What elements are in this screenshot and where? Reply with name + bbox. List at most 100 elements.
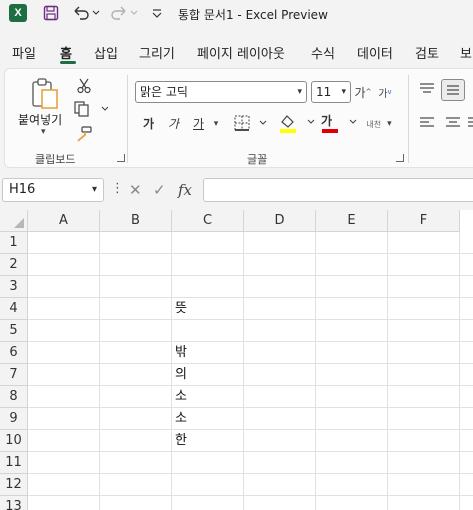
row-header-9[interactable]: 9 bbox=[0, 408, 28, 430]
cell-c10[interactable]: 한 bbox=[172, 430, 244, 452]
select-all-button[interactable] bbox=[0, 210, 28, 232]
fill-color-icon[interactable] bbox=[277, 112, 317, 134]
tab-insert[interactable]: 삽입 bbox=[94, 43, 118, 62]
worksheet-grid[interactable]: A B C D E F 1 2 3 4 5 6 7 8 9 10 11 12 13 뜻 밖 의 소 소 한 bbox=[0, 210, 473, 510]
cell-c8[interactable]: 소 bbox=[172, 386, 244, 408]
cell-c7[interactable]: 의 bbox=[172, 364, 244, 386]
chevron-down-icon[interactable]: ▾ bbox=[211, 117, 221, 131]
font-launcher-icon[interactable] bbox=[396, 154, 404, 162]
clipboard-launcher-icon[interactable] bbox=[117, 154, 125, 162]
save-icon[interactable] bbox=[40, 3, 62, 23]
font-size-combobox[interactable]: 11 ▾ bbox=[311, 81, 351, 103]
tab-page-layout[interactable]: 페이지 레이아웃 bbox=[197, 43, 285, 62]
row-header-7[interactable]: 7 bbox=[0, 364, 28, 386]
tab-file[interactable]: 파일 bbox=[12, 43, 36, 62]
gridline bbox=[28, 385, 473, 386]
tab-formulas[interactable]: 수식 bbox=[311, 43, 335, 62]
paste-dropdown-icon[interactable]: ▾ bbox=[41, 127, 46, 137]
gridline bbox=[28, 473, 473, 474]
row-header-6[interactable]: 6 bbox=[0, 342, 28, 364]
italic-button[interactable]: 가 bbox=[168, 115, 179, 132]
bold-button[interactable]: 가 bbox=[143, 115, 154, 132]
row-header-10[interactable]: 10 bbox=[0, 430, 28, 452]
column-header-a[interactable]: A bbox=[28, 210, 100, 232]
customize-qat-icon[interactable] bbox=[150, 3, 164, 23]
cell-c9[interactable]: 소 bbox=[172, 408, 244, 430]
phonetic-guide-label: 내천 bbox=[366, 119, 382, 129]
tab-view-partial[interactable]: 보 bbox=[460, 43, 472, 62]
active-tab-indicator bbox=[60, 61, 76, 64]
gridline bbox=[459, 232, 460, 510]
undo-icon[interactable] bbox=[70, 3, 102, 23]
cell-c6[interactable]: 밖 bbox=[172, 342, 244, 364]
align-right-icon-partial[interactable] bbox=[467, 113, 473, 133]
formula-bar: H16 ▾ ⋮ ✕ ✓ fx bbox=[0, 176, 473, 204]
row-header-2[interactable]: 2 bbox=[0, 254, 28, 276]
increase-font-size-icon[interactable]: 가 ^ bbox=[353, 83, 373, 101]
select-all-icon bbox=[14, 218, 24, 228]
gridline bbox=[99, 232, 100, 510]
font-color-icon[interactable]: 가 bbox=[319, 112, 359, 134]
row-header-1[interactable]: 1 bbox=[0, 232, 28, 254]
title-bar: X 통합 문서1 - Excel Preview bbox=[0, 0, 473, 28]
chevron-down-icon[interactable]: ▾ bbox=[297, 82, 302, 102]
more-options-icon[interactable]: ⋮ bbox=[111, 181, 124, 196]
gridline bbox=[28, 429, 473, 430]
cancel-icon[interactable]: ✕ bbox=[129, 181, 142, 199]
tab-data[interactable]: 데이터 bbox=[357, 43, 393, 62]
gridline bbox=[387, 232, 388, 510]
row-header-11[interactable]: 11 bbox=[0, 452, 28, 474]
enter-icon[interactable]: ✓ bbox=[153, 181, 166, 199]
gridline bbox=[28, 319, 473, 320]
cell-c4[interactable]: 뜻 bbox=[172, 298, 244, 320]
row-header-5[interactable]: 5 bbox=[0, 320, 28, 342]
tab-home[interactable]: 홈 bbox=[60, 43, 72, 62]
clipboard-group-label: 클립보드 bbox=[35, 153, 76, 166]
cut-icon[interactable] bbox=[75, 77, 93, 95]
column-header-b[interactable]: B bbox=[100, 210, 172, 232]
excel-logo-icon: X bbox=[9, 4, 27, 22]
ribbon: 붙여넣기 ▾ 클립보드 맑은 고딕 ▾ 11 ▾ 가 ^ 가v 가 가 가 ▾ 가… bbox=[4, 68, 473, 168]
row-header-3[interactable]: 3 bbox=[0, 276, 28, 298]
align-middle-icon[interactable] bbox=[441, 79, 465, 101]
tab-draw[interactable]: 그리기 bbox=[139, 43, 175, 62]
format-painter-icon[interactable] bbox=[75, 125, 93, 143]
column-header-d[interactable]: D bbox=[244, 210, 316, 232]
align-center-icon[interactable] bbox=[443, 113, 463, 133]
column-header-f[interactable]: F bbox=[388, 210, 460, 232]
font-group-label: 글꼴 bbox=[247, 153, 268, 166]
gridline bbox=[28, 297, 473, 298]
name-box[interactable]: H16 ▾ bbox=[2, 178, 104, 202]
column-header-c[interactable]: C bbox=[172, 210, 244, 232]
formula-input[interactable] bbox=[203, 178, 473, 202]
align-top-icon[interactable] bbox=[417, 79, 437, 99]
chevron-down-icon[interactable]: ▾ bbox=[92, 179, 97, 201]
column-header-e[interactable]: E bbox=[316, 210, 388, 232]
chevron-down-icon[interactable]: ▾ bbox=[341, 82, 346, 102]
window-title: 통합 문서1 - Excel Preview bbox=[178, 8, 328, 22]
gridline bbox=[28, 341, 473, 342]
row-header-13[interactable]: 13 bbox=[0, 496, 28, 510]
paste-icon[interactable] bbox=[31, 77, 61, 111]
row-header-4[interactable]: 4 bbox=[0, 298, 28, 320]
decrease-font-size-icon[interactable]: 가v bbox=[375, 83, 395, 101]
redo-icon[interactable] bbox=[108, 3, 140, 23]
insert-function-icon[interactable]: fx bbox=[178, 181, 192, 199]
gridline bbox=[28, 253, 473, 254]
gridline bbox=[28, 495, 473, 496]
gridline bbox=[28, 275, 473, 276]
gridline bbox=[28, 363, 473, 364]
row-header-12[interactable]: 12 bbox=[0, 474, 28, 496]
tab-review[interactable]: 검토 bbox=[415, 43, 439, 62]
phonetic-guide-icon[interactable]: 내천 ▾ bbox=[362, 113, 396, 135]
borders-icon[interactable] bbox=[233, 114, 269, 132]
underline-button[interactable]: 가 bbox=[193, 115, 204, 132]
font-size-value: 11 bbox=[316, 85, 332, 99]
paste-button[interactable]: 붙여넣기 bbox=[18, 111, 62, 128]
copy-icon[interactable] bbox=[73, 100, 109, 118]
gridline bbox=[28, 451, 473, 452]
font-name-combobox[interactable]: 맑은 고딕 ▾ bbox=[135, 81, 307, 103]
align-left-icon[interactable] bbox=[417, 113, 437, 133]
font-name-value: 맑은 고딕 bbox=[140, 85, 188, 99]
row-header-8[interactable]: 8 bbox=[0, 386, 28, 408]
